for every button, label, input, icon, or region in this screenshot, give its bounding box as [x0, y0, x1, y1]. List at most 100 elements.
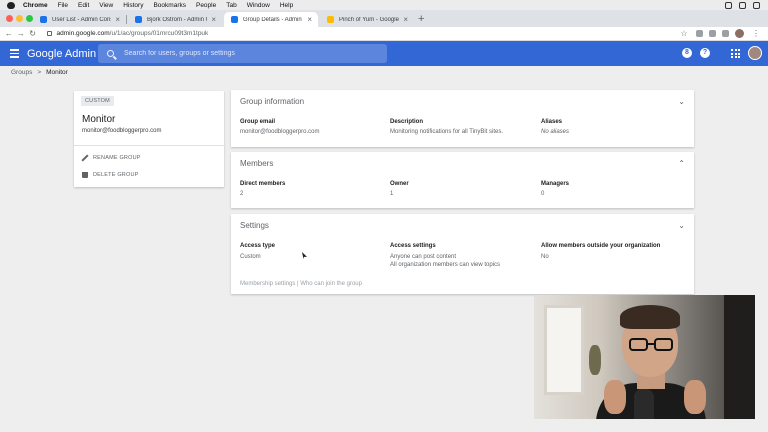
- chevron-down-icon[interactable]: ⌄: [678, 97, 685, 106]
- close-tab-icon[interactable]: ×: [307, 15, 312, 24]
- url-text[interactable]: admin.google.com/u/1/ac/groups/01mrcu09t…: [57, 30, 209, 37]
- menu-view[interactable]: View: [99, 2, 113, 9]
- account-badge-icon[interactable]: 8: [682, 48, 692, 58]
- access-settings-label: Access settings: [390, 243, 436, 249]
- group-information-card: Group information ⌄ Group email monitor@…: [231, 90, 694, 147]
- help-icon[interactable]: ?: [700, 48, 710, 58]
- menu-list-icon[interactable]: [753, 1, 760, 9]
- settings-card: Settings ⌄ Access type Custom Access set…: [231, 214, 694, 294]
- profile-avatar[interactable]: [735, 29, 745, 38]
- status-icon[interactable]: [739, 1, 746, 9]
- tab-group-details[interactable]: Group Details - Admin Console ×: [224, 12, 318, 27]
- microphone: [634, 389, 654, 419]
- more-menu-icon[interactable]: ⋮: [750, 29, 762, 38]
- tab-google-drive[interactable]: Pinch of Yum - Google Drive ×: [320, 12, 414, 27]
- search-box[interactable]: [98, 44, 387, 63]
- webcam-plant: [589, 345, 601, 375]
- access-settings-line2: All organization members can view topics: [390, 262, 501, 268]
- rename-group-button[interactable]: RENAME GROUP: [81, 154, 141, 162]
- user-avatar[interactable]: [748, 46, 762, 60]
- section-title[interactable]: Settings: [240, 221, 269, 230]
- access-settings-line1: Anyone can post content: [390, 254, 457, 260]
- close-tab-icon[interactable]: ×: [211, 15, 216, 24]
- group-email-label: Group email: [240, 119, 276, 125]
- tab-title: User List - Admin Console: [52, 16, 111, 23]
- direct-members-value: 2: [240, 191, 244, 197]
- chevron-down-icon[interactable]: ⌄: [678, 221, 685, 230]
- url-path: /u/1/ac/groups/01mrcu09t3m1tpuk: [109, 30, 209, 37]
- divider: [74, 145, 224, 146]
- google-admin-logo[interactable]: Google Admin: [27, 48, 96, 60]
- trash-icon: [82, 172, 88, 178]
- managers-label: Managers: [541, 181, 570, 187]
- presenter-hand: [684, 380, 706, 414]
- webcam-door: [724, 295, 755, 419]
- access-type-label: Access type: [240, 243, 276, 249]
- group-email-value: monitor@foodbloggerpro.com: [240, 129, 320, 135]
- breadcrumb-separator: >: [37, 69, 42, 76]
- section-title[interactable]: Group information: [240, 97, 304, 106]
- google-drive-favicon-icon: [327, 16, 334, 23]
- group-summary-card: CUSTOM Monitor monitor@foodbloggerpro.co…: [74, 91, 224, 187]
- access-type-value: Custom: [240, 254, 261, 260]
- close-tab-icon[interactable]: ×: [115, 15, 120, 24]
- outside-members-label: Allow members outside your organization: [541, 243, 661, 249]
- presenter-hair: [620, 305, 680, 329]
- back-button[interactable]: ←: [3, 29, 15, 38]
- outside-members-value: No: [541, 254, 549, 260]
- breadcrumb-groups-link[interactable]: Groups: [11, 69, 32, 76]
- menu-bookmarks[interactable]: Bookmarks: [153, 2, 186, 9]
- bookmark-star-icon[interactable]: ☆: [678, 29, 690, 38]
- tab-title: Group Details - Admin Console: [243, 16, 303, 23]
- chevron-up-icon[interactable]: ⌃: [678, 159, 685, 168]
- menu-people[interactable]: People: [196, 2, 216, 9]
- webcam-window: [544, 305, 584, 395]
- menu-extras: [725, 1, 760, 9]
- menu-tab[interactable]: Tab: [226, 2, 236, 9]
- menu-edit[interactable]: Edit: [78, 2, 89, 9]
- admin-console-favicon-icon: [40, 16, 47, 23]
- reload-button[interactable]: ↻: [27, 29, 39, 38]
- settings-footer-links[interactable]: Membership settings | Who can join the g…: [240, 281, 362, 287]
- extension-icon[interactable]: [709, 30, 717, 37]
- delete-group-button[interactable]: DELETE GROUP: [82, 172, 139, 178]
- address-bar[interactable]: admin.google.com/u/1/ac/groups/01mrcu09t…: [46, 28, 678, 39]
- description-label: Description: [390, 119, 424, 125]
- managers-value: 0: [541, 191, 545, 197]
- aliases-label: Aliases: [541, 119, 563, 125]
- menu-help[interactable]: Help: [280, 2, 293, 9]
- extension-icon[interactable]: [696, 30, 704, 37]
- lock-icon[interactable]: [46, 31, 52, 36]
- menu-app-name[interactable]: Chrome: [23, 2, 48, 9]
- tab-title: Pinch of Yum - Google Drive: [339, 16, 399, 23]
- macos-menu-bar: Chrome File Edit View History Bookmarks …: [0, 0, 768, 10]
- breadcrumb: Groups > Monitor: [11, 69, 68, 76]
- status-icon[interactable]: [725, 1, 732, 9]
- close-window-icon[interactable]: [6, 15, 13, 22]
- breadcrumb-current: Monitor: [46, 69, 68, 76]
- tab-user-list[interactable]: User List - Admin Console ×: [33, 12, 127, 27]
- new-tab-button[interactable]: +: [418, 13, 424, 25]
- menu-history[interactable]: History: [123, 2, 143, 9]
- menu-window[interactable]: Window: [247, 2, 270, 9]
- delete-group-label: DELETE GROUP: [93, 172, 139, 178]
- close-tab-icon[interactable]: ×: [403, 15, 408, 24]
- glasses-lens: [629, 338, 648, 351]
- puzzle-icon[interactable]: [722, 30, 730, 37]
- menu-file[interactable]: File: [58, 2, 68, 9]
- apps-grid-icon[interactable]: [731, 49, 740, 58]
- glasses-lens: [654, 338, 673, 351]
- menu-icon[interactable]: [10, 49, 19, 58]
- maximize-window-icon[interactable]: [26, 15, 33, 22]
- direct-members-label: Direct members: [240, 181, 286, 187]
- tab-bjork-ostrom[interactable]: Bjork Ostrom - Admin Console ×: [128, 12, 222, 27]
- apple-icon[interactable]: [7, 1, 15, 9]
- tab-title: Bjork Ostrom - Admin Console: [147, 16, 207, 23]
- owner-label: Owner: [390, 181, 409, 187]
- forward-button[interactable]: →: [15, 29, 27, 38]
- admin-console-favicon-icon: [135, 16, 142, 23]
- tab-divider: [126, 15, 127, 24]
- search-input[interactable]: [124, 50, 374, 57]
- minimize-window-icon[interactable]: [16, 15, 23, 22]
- section-title[interactable]: Members: [240, 159, 273, 168]
